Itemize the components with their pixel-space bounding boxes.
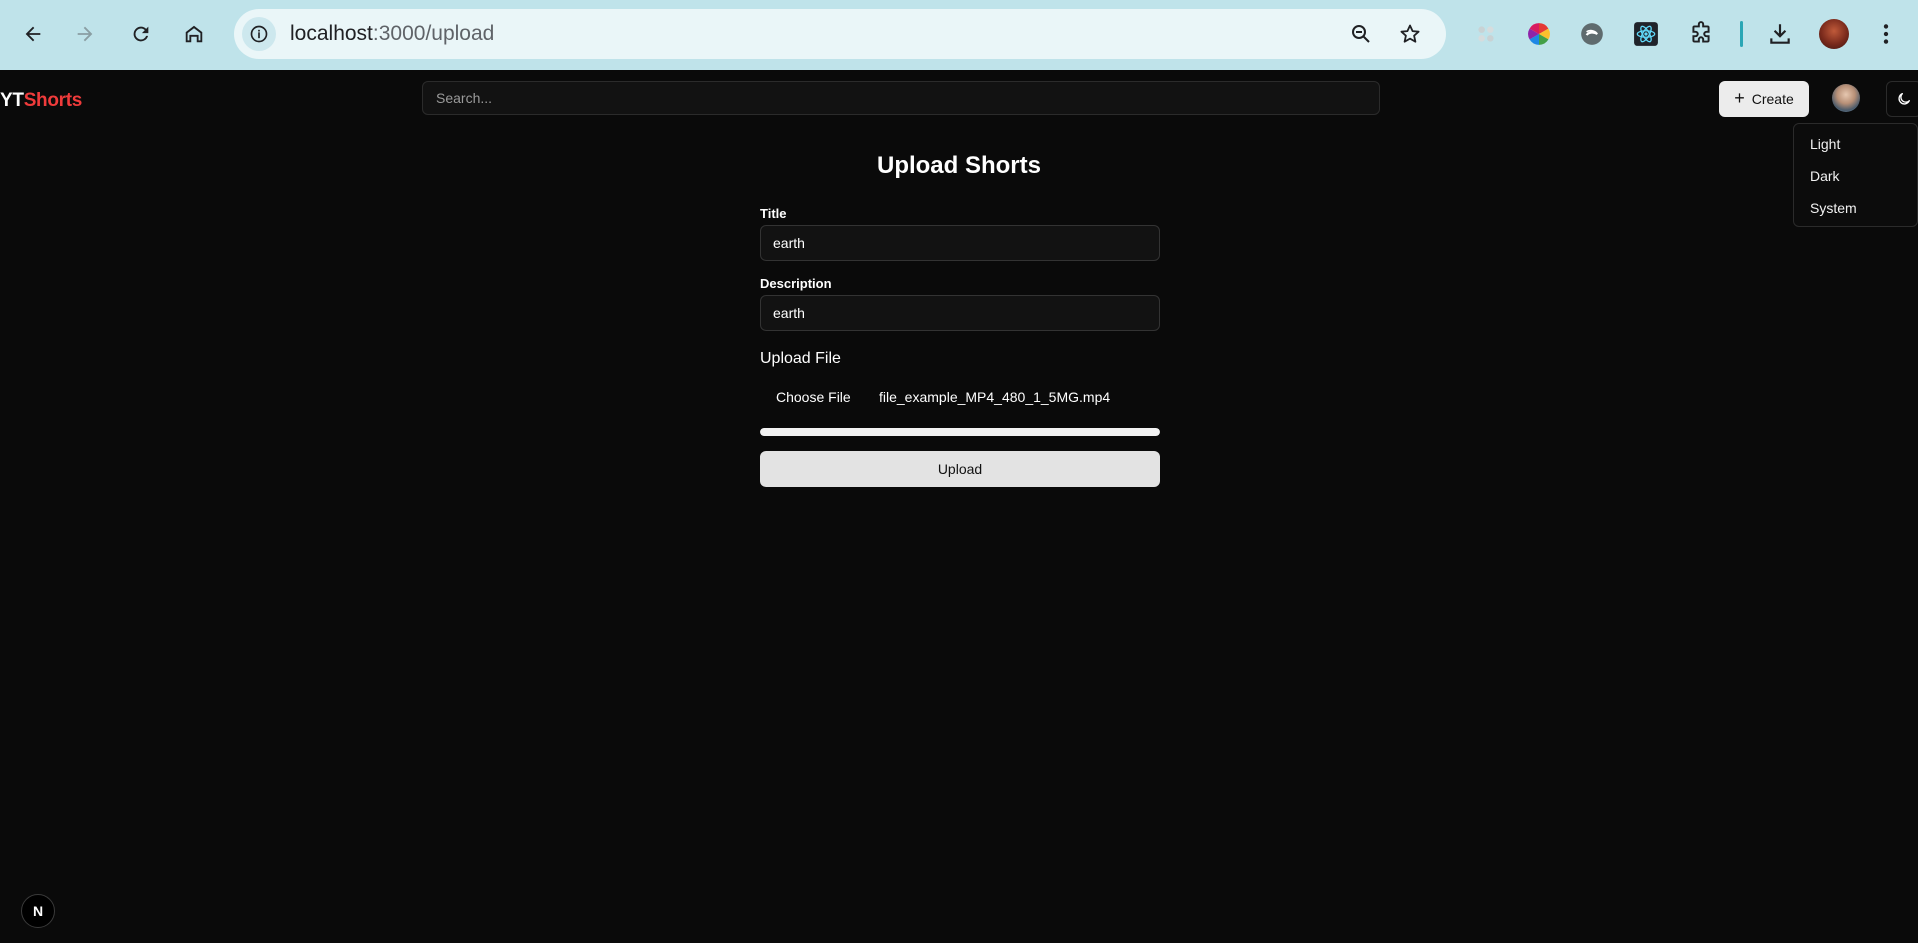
upload-progress-bar	[760, 428, 1160, 436]
upload-progress-fill	[760, 428, 1160, 436]
moon-icon	[1898, 93, 1910, 105]
page-title: Upload Shorts	[876, 152, 1041, 179]
url-path: :3000/upload	[372, 22, 495, 45]
color-wheel-icon	[1528, 23, 1550, 45]
extension-3-button[interactable]	[1576, 18, 1608, 50]
puzzle-icon	[1692, 21, 1710, 43]
plus-icon: +	[1734, 88, 1745, 108]
logo[interactable]: YTShorts	[0, 90, 82, 112]
upload-file-label: Upload File	[760, 350, 841, 367]
browser-profile-avatar[interactable]	[1819, 19, 1849, 49]
arrow-left-icon	[25, 26, 41, 42]
circle-extension-icon	[1581, 23, 1603, 45]
forward-button[interactable]	[67, 16, 103, 52]
description-label: Description	[760, 276, 832, 291]
react-icon	[1634, 22, 1658, 46]
browser-menu-button[interactable]	[1870, 18, 1902, 50]
extension-1-button[interactable]	[1470, 18, 1502, 50]
browser-toolbar: localhost:3000/upload	[0, 0, 1918, 70]
logo-yt: YT	[0, 90, 24, 111]
title-input[interactable]	[760, 225, 1160, 261]
bookmark-button[interactable]	[1397, 21, 1423, 47]
create-button[interactable]: + Create	[1719, 81, 1809, 117]
extensions-button[interactable]	[1685, 18, 1717, 50]
star-icon	[1400, 24, 1420, 43]
reload-button[interactable]	[123, 16, 159, 52]
color-picker-extension-button[interactable]	[1523, 18, 1555, 50]
downloads-button[interactable]	[1764, 18, 1796, 50]
extension-dots-icon	[1478, 26, 1494, 42]
app-header: YTShorts + Create	[0, 70, 1918, 128]
choose-file-button[interactable]: Choose File	[760, 383, 867, 411]
address-bar[interactable]: localhost:3000/upload	[234, 9, 1446, 59]
user-avatar[interactable]	[1832, 84, 1860, 112]
back-button[interactable]	[15, 16, 51, 52]
theme-toggle-button[interactable]	[1886, 81, 1918, 117]
home-button[interactable]	[176, 16, 212, 52]
logo-shorts: Shorts	[23, 90, 83, 111]
more-vertical-icon	[1883, 24, 1889, 44]
info-icon	[250, 25, 268, 43]
toolbar-separator	[1740, 21, 1743, 47]
react-devtools-button[interactable]	[1630, 18, 1662, 50]
url-host: localhost	[290, 22, 373, 45]
nextjs-dev-badge[interactable]: N	[21, 894, 55, 928]
search-input[interactable]	[422, 81, 1380, 115]
description-input[interactable]	[760, 295, 1160, 331]
create-label: Create	[1751, 91, 1794, 107]
reload-icon	[133, 26, 149, 42]
site-info-button[interactable]	[242, 17, 276, 51]
download-icon	[1770, 24, 1790, 44]
title-label: Title	[760, 206, 787, 221]
url-text: localhost:3000/upload	[290, 22, 494, 46]
upload-button[interactable]: Upload	[760, 451, 1160, 487]
arrow-right-icon	[77, 26, 93, 42]
selected-file-name: file_example_MP4_480_1_5MG.mp4	[879, 389, 1111, 405]
home-icon	[185, 25, 203, 43]
zoom-out-icon	[1352, 25, 1370, 43]
theme-option-system[interactable]: System	[1798, 192, 1913, 224]
zoom-button[interactable]	[1348, 21, 1374, 47]
